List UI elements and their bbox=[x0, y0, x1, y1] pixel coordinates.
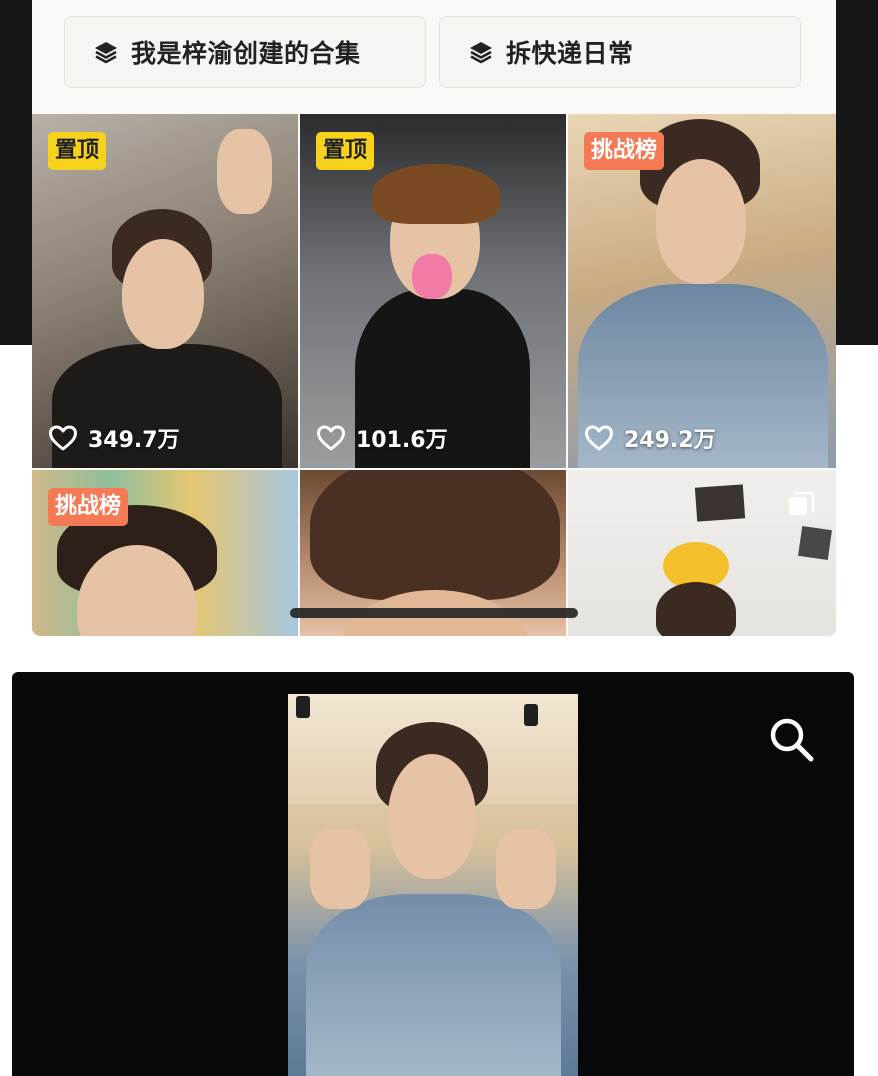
heart-icon bbox=[49, 425, 77, 451]
dark-backdrop-right bbox=[836, 0, 878, 345]
collection-label: 拆快递日常 bbox=[506, 39, 634, 68]
layers-icon bbox=[470, 42, 492, 64]
video-player[interactable] bbox=[12, 672, 854, 1076]
challenge-badge: 挑战榜 bbox=[584, 132, 665, 170]
dog-ears-filter bbox=[372, 164, 500, 224]
challenge-badge: 挑战榜 bbox=[48, 488, 129, 526]
heart-icon bbox=[317, 425, 345, 451]
wall-photo bbox=[694, 484, 746, 522]
ceiling-light bbox=[524, 704, 538, 726]
like-count: 249.2万 bbox=[584, 422, 716, 454]
figure-head bbox=[122, 239, 204, 349]
video-thumbnail[interactable]: 置顶 101.6万 bbox=[300, 114, 566, 468]
figure-hand-right bbox=[496, 829, 556, 909]
tongue-filter bbox=[412, 254, 452, 299]
video-thumbnail[interactable]: 置顶 349.7万 bbox=[32, 114, 298, 468]
dark-backdrop-left bbox=[0, 0, 32, 345]
multi-image-icon bbox=[789, 491, 815, 515]
like-count: 349.7万 bbox=[48, 422, 180, 454]
like-count-value: 349.7万 bbox=[88, 428, 180, 453]
figure-hand-left bbox=[310, 829, 370, 909]
like-count: 101.6万 bbox=[316, 422, 448, 454]
collection-label: 我是梓渝创建的合集 bbox=[131, 39, 361, 68]
search-icon[interactable] bbox=[767, 715, 817, 765]
heart-icon bbox=[585, 425, 613, 451]
figure-head bbox=[388, 754, 476, 879]
video-thumbnail[interactable] bbox=[568, 470, 836, 636]
collection-chip-unboxing[interactable]: 拆快递日常 bbox=[439, 16, 801, 88]
video-grid: 置顶 349.7万 置顶 101.6万 挑战榜 249.2万 挑战榜 bbox=[32, 114, 836, 636]
figure-hand bbox=[217, 129, 272, 214]
figure-hair bbox=[310, 470, 560, 600]
pinned-badge: 置顶 bbox=[48, 132, 107, 170]
collection-chip-created[interactable]: 我是梓渝创建的合集 bbox=[64, 16, 426, 88]
video-frame bbox=[288, 694, 578, 1076]
video-thumbnail[interactable]: 挑战榜 249.2万 bbox=[568, 114, 836, 468]
scroll-indicator[interactable] bbox=[290, 608, 578, 618]
wall-photo bbox=[798, 526, 832, 560]
figure-body bbox=[306, 894, 561, 1076]
screenshot-canvas: 我是梓渝创建的合集 拆快递日常 置顶 349.7万 置顶 101.6万 挑战榜 … bbox=[0, 0, 878, 1076]
video-thumbnail[interactable]: 挑战榜 bbox=[32, 470, 298, 636]
layers-icon bbox=[95, 42, 117, 64]
figure-hair bbox=[656, 582, 736, 636]
profile-panel: 我是梓渝创建的合集 拆快递日常 置顶 349.7万 置顶 101.6万 挑战榜 … bbox=[32, 0, 836, 636]
like-count-value: 101.6万 bbox=[356, 428, 448, 453]
like-count-value: 249.2万 bbox=[624, 428, 716, 453]
ceiling-light bbox=[296, 696, 310, 718]
figure-head bbox=[656, 159, 746, 284]
pinned-badge: 置顶 bbox=[316, 132, 375, 170]
